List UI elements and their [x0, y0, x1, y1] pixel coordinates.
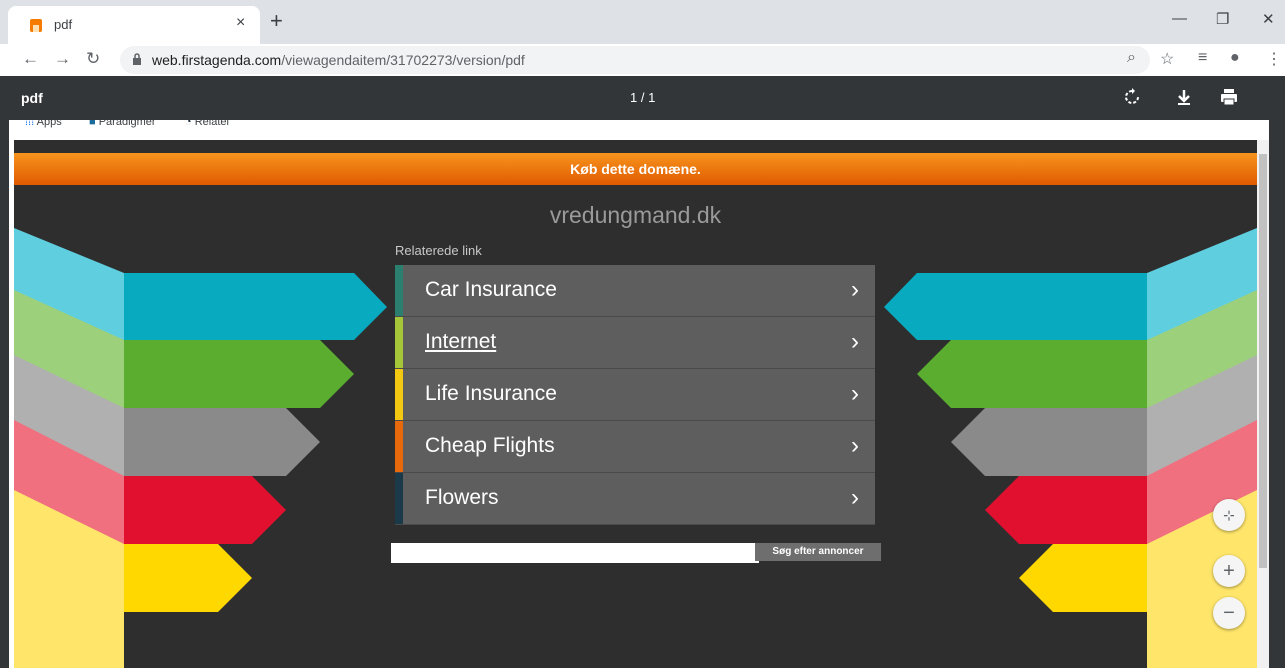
chevron-right-icon: › — [851, 328, 859, 355]
reading-list-icon[interactable]: ≡ — [1198, 49, 1207, 67]
star-icon[interactable]: ☆ — [1160, 49, 1174, 69]
zoom-in-button[interactable]: + — [1213, 555, 1245, 587]
print-icon[interactable] — [1218, 86, 1240, 108]
scrollbar[interactable] — [1257, 140, 1269, 668]
bookmark-paradigmer: ■ Paradigmer — [89, 120, 156, 128]
new-tab-button[interactable]: + — [270, 10, 283, 32]
page-indicator: 1 / 1 — [630, 90, 656, 105]
chevron-right-icon: › — [851, 484, 859, 511]
link-flowers[interactable]: Flowers › — [395, 473, 875, 525]
tab-close-icon[interactable]: × — [236, 14, 245, 32]
reload-icon[interactable]: ↻ — [86, 49, 100, 69]
url-text: web.firstagenda.com/viewagendaitem/31702… — [152, 52, 525, 68]
scrollbar-thumb[interactable] — [1259, 154, 1267, 568]
link-internet[interactable]: Internet › — [395, 317, 875, 369]
pdf-title: pdf — [21, 90, 43, 106]
back-arrow-icon[interactable]: ← — [22, 49, 39, 69]
domain-name: vredungmand.dk — [549, 202, 722, 228]
accent-bar — [395, 265, 403, 316]
fit-page-icon: ⊹ — [1223, 507, 1235, 523]
link-label: Internet — [425, 330, 497, 353]
bookmark-apps: ⁞⁞⁞ Apps — [25, 120, 62, 128]
chevron-right-icon: › — [851, 432, 859, 459]
zoom-icon[interactable]: ⌕ — [1127, 49, 1136, 67]
accent-bar — [395, 421, 403, 472]
chevron-right-icon: › — [851, 276, 859, 303]
accent-bar — [395, 473, 403, 524]
fit-page-button[interactable]: ⊹ — [1213, 499, 1245, 531]
parked-domain-page: Køb dette domæne. vredungmand.dk Relater… — [14, 140, 1257, 668]
zoom-out-button[interactable]: − — [1213, 597, 1245, 629]
link-life-insurance[interactable]: Life Insurance › — [395, 369, 875, 421]
bookmark-relatel: ◔ Relatel — [185, 120, 229, 128]
buy-domain-banner[interactable]: Køb dette domæne. — [14, 153, 1257, 185]
rotate-icon[interactable] — [1121, 86, 1143, 108]
link-label: Life Insurance — [425, 382, 557, 405]
relatel-icon: ◔ — [185, 120, 192, 128]
paradigmer-icon: ■ — [89, 120, 96, 128]
accent-bar — [395, 369, 403, 420]
minus-icon: − — [1223, 602, 1235, 624]
minimize-button[interactable]: — — [1172, 10, 1187, 27]
tab-title: pdf — [54, 17, 73, 32]
related-links-list: Car Insurance › Internet › Life Insuranc… — [395, 265, 875, 525]
plus-icon: + — [1223, 560, 1235, 582]
pdf-page: ⁞⁞⁞ Apps ■ Paradigmer ◔ Relatel Køb dett… — [9, 120, 1269, 668]
link-label: Flowers — [425, 486, 499, 509]
search-ads-button[interactable]: Søg efter annoncer — [755, 543, 881, 561]
address-bar[interactable]: web.firstagenda.com/viewagendaitem/31702… — [120, 46, 1150, 74]
accent-bar — [395, 317, 403, 368]
pdf-favicon-icon — [30, 19, 42, 32]
search-input[interactable] — [391, 543, 759, 563]
browser-tab[interactable]: pdf × — [8, 6, 260, 44]
address-toolbar: ← → ↻ web.firstagenda.com/viewagendaitem… — [0, 44, 1285, 76]
menu-icon[interactable]: ⋮ — [1266, 49, 1282, 69]
profile-icon[interactable]: ● — [1230, 49, 1240, 67]
restore-button[interactable]: ❐ — [1216, 10, 1229, 28]
tab-strip: pdf × + — ❐ ✕ — [0, 0, 1285, 44]
forward-arrow-icon[interactable]: → — [54, 49, 71, 69]
apps-grid-icon: ⁞⁞⁞ — [25, 120, 35, 128]
link-car-insurance[interactable]: Car Insurance › — [395, 265, 875, 317]
related-links-label: Relaterede link — [395, 243, 482, 258]
pdf-toolbar: pdf 1 / 1 — [0, 76, 1278, 120]
download-icon[interactable] — [1173, 86, 1195, 108]
link-label: Cheap Flights — [425, 434, 555, 457]
close-window-button[interactable]: ✕ — [1262, 10, 1275, 28]
link-cheap-flights[interactable]: Cheap Flights › — [395, 421, 875, 473]
bookmarks-bar: ⁞⁞⁞ Apps ■ Paradigmer ◔ Relatel — [9, 120, 1269, 140]
link-label: Car Insurance — [425, 278, 557, 301]
lock-icon — [133, 53, 141, 65]
chevron-right-icon: › — [851, 380, 859, 407]
